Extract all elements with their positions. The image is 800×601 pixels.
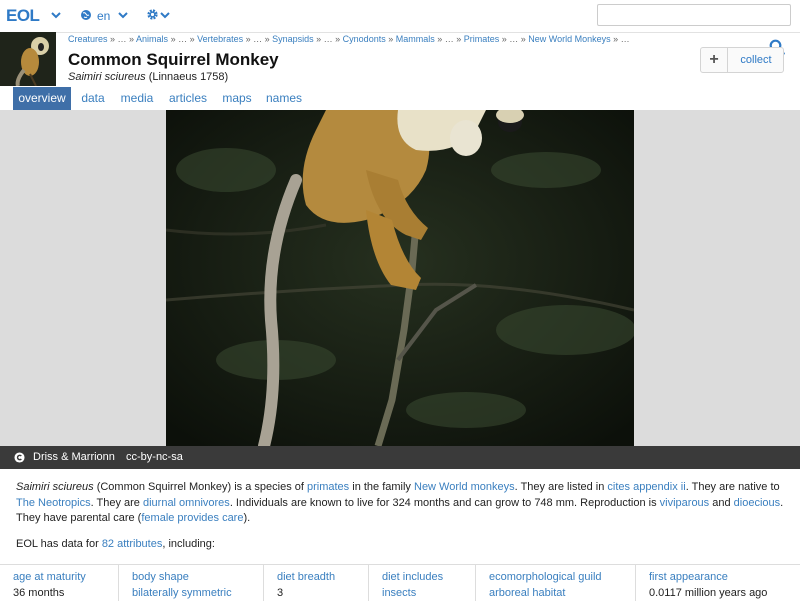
tab-names[interactable]: names	[262, 87, 306, 110]
attribute-name[interactable]: diet includes	[382, 571, 443, 583]
tab-data[interactable]: data	[75, 87, 111, 110]
language-selector[interactable]: en	[97, 9, 110, 23]
breadcrumb-link[interactable]: Creatures	[68, 34, 108, 44]
summary-text: . They are listed in	[514, 481, 608, 493]
attribute-name[interactable]: first appearance	[649, 571, 728, 583]
breadcrumb-link[interactable]: Mammals	[396, 34, 435, 44]
attribute-value[interactable]: bilaterally symmetric	[132, 587, 232, 599]
attribute-name[interactable]: body shape	[132, 571, 189, 583]
tab-articles[interactable]: articles	[164, 87, 212, 110]
chevron-down-icon[interactable]	[159, 9, 171, 21]
breadcrumb-link[interactable]: Cynodonts	[343, 34, 386, 44]
gear-icon[interactable]	[146, 8, 159, 21]
attribute-name[interactable]: ecomorphological guild	[489, 571, 602, 583]
photo-license[interactable]: cc-by-nc-sa	[126, 451, 183, 463]
creative-commons-icon	[14, 452, 25, 463]
species-thumbnail[interactable]	[0, 32, 56, 86]
link-dioecious[interactable]: dioecious	[734, 497, 780, 509]
authority: (Linnaeus 1758)	[145, 71, 229, 83]
summary-text: ).	[243, 512, 251, 524]
media-caption: Driss & Marrionn cc-by-nc-sa	[0, 446, 800, 469]
page-tabs: overview data media articles maps names	[0, 87, 800, 111]
scientific-name: Saimiri sciureus (Linnaeus 1758)	[68, 71, 228, 83]
attribute-value[interactable]: insects	[382, 587, 416, 599]
attribute-cell[interactable]: diet includes insects	[369, 565, 476, 601]
data-lead: EOL has data for 82 attributes, includin…	[16, 538, 215, 550]
breadcrumb-separator: » … »	[313, 34, 343, 44]
link-attributes[interactable]: 82 attributes	[102, 538, 163, 550]
breadcrumb-separator: »	[385, 34, 396, 44]
species-summary: Saimiri sciureus (Common Squirrel Monkey…	[16, 480, 786, 527]
breadcrumb: Creatures » … » Animals » … » Vertebrate…	[68, 34, 630, 44]
breadcrumb-link[interactable]: Vertebrates	[197, 34, 243, 44]
link-primates[interactable]: primates	[307, 481, 349, 493]
summary-text: (Common Squirrel Monkey) is a species of	[93, 481, 307, 493]
link-cites-appendix[interactable]: cites appendix ii	[607, 481, 685, 493]
breadcrumb-separator: » … »	[107, 34, 137, 44]
summary-text: in the family	[349, 481, 414, 493]
attribute-cell[interactable]: diet breadth 3	[264, 565, 369, 601]
attributes-row: age at maturity 36 months body shape bil…	[0, 564, 800, 601]
page-title: Common Squirrel Monkey	[68, 50, 279, 69]
breadcrumb-link[interactable]: Animals	[136, 34, 168, 44]
attribute-cell[interactable]: ecomorphological guild arboreal habitat	[476, 565, 636, 601]
breadcrumb-separator: » … »	[243, 34, 273, 44]
attribute-value: 0.0117 million years ago	[649, 587, 768, 599]
tab-overview[interactable]: overview	[13, 87, 71, 110]
summary-text: . Individuals are known to live for 324 …	[229, 496, 660, 509]
media-gallery: Driss & Marrionn cc-by-nc-sa	[0, 110, 800, 469]
data-lead-suffix: , including:	[162, 538, 215, 550]
breadcrumb-separator: » … »	[168, 34, 198, 44]
tab-media[interactable]: media	[115, 87, 159, 110]
attribute-cell[interactable]: first appearance 0.0117 million years ag…	[636, 565, 800, 601]
species-photo[interactable]	[166, 110, 634, 446]
attribute-cell[interactable]: body shape bilaterally symmetric	[119, 565, 264, 601]
plus-icon[interactable]: +	[701, 48, 728, 72]
attribute-value[interactable]: arboreal habitat	[489, 587, 565, 599]
chevron-down-icon[interactable]	[50, 9, 62, 21]
chevron-down-icon[interactable]	[117, 9, 129, 21]
top-bar: EOL en	[0, 0, 800, 33]
link-viviparous[interactable]: viviparous	[660, 497, 710, 509]
data-lead-prefix: EOL has data for	[16, 538, 102, 550]
summary-text: and	[709, 496, 734, 509]
photo-credit[interactable]: Driss & Marrionn	[33, 451, 115, 463]
link-female-provides-care[interactable]: female provides care	[141, 512, 243, 524]
sci-name-italic: Saimiri sciureus	[68, 71, 146, 83]
attribute-name[interactable]: age at maturity	[13, 571, 86, 583]
link-new-world-monkeys[interactable]: New World monkeys	[414, 481, 515, 493]
breadcrumb-separator: » … »	[499, 34, 529, 44]
tab-maps[interactable]: maps	[217, 87, 257, 110]
breadcrumb-separator: » … »	[434, 34, 464, 44]
globe-icon[interactable]	[80, 9, 92, 21]
eol-logo[interactable]: EOL	[6, 6, 40, 26]
breadcrumb-separator: » …	[610, 34, 630, 44]
search-input[interactable]	[597, 4, 791, 26]
attribute-cell[interactable]: age at maturity 36 months	[0, 565, 119, 601]
attribute-value: 3	[277, 587, 284, 599]
collect-label[interactable]: collect	[727, 48, 785, 72]
summary-text: . They are	[90, 496, 143, 509]
attribute-name[interactable]: diet breadth	[277, 571, 335, 583]
collect-button[interactable]: + collect	[700, 47, 784, 73]
link-neotropics[interactable]: The Neotropics	[16, 497, 91, 509]
summary-text: . They are native to	[685, 481, 780, 493]
breadcrumb-link[interactable]: New World Monkeys	[528, 34, 610, 44]
breadcrumb-link[interactable]: Synapsids	[272, 34, 314, 44]
summary-sci-name: Saimiri sciureus	[16, 481, 94, 493]
link-diurnal-omnivores[interactable]: diurnal omnivores	[143, 497, 230, 509]
breadcrumb-link[interactable]: Primates	[464, 34, 500, 44]
attribute-value: 36 months	[13, 587, 65, 599]
